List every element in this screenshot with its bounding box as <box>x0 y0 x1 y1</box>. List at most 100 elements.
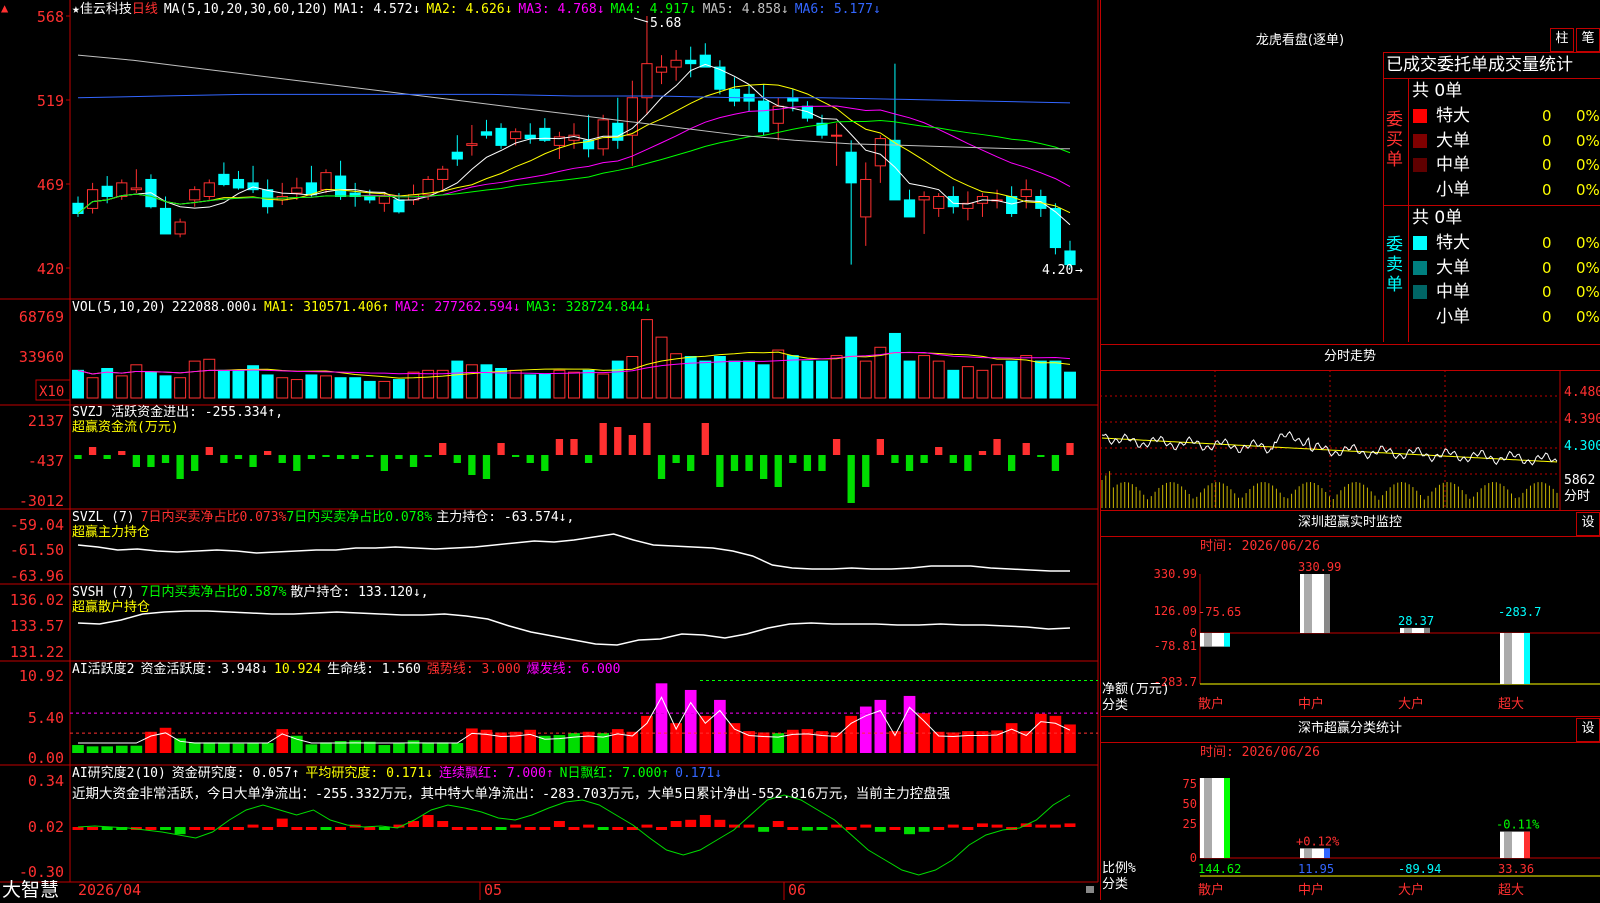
ai-research-bar <box>933 827 945 830</box>
price-tick: 469 <box>37 176 64 194</box>
volume-bar <box>947 369 960 399</box>
longhu-row-name: 特大 <box>1436 106 1470 126</box>
ai-research-bar <box>597 827 609 830</box>
ai-active-bar-top <box>859 706 872 714</box>
ai-research-bar <box>422 815 434 827</box>
volume-bar <box>830 355 843 399</box>
classify-category-label: 散户 <box>1198 882 1224 898</box>
svzj-bar <box>745 455 753 471</box>
classify-title: 深市超赢分类统计 <box>1297 721 1402 736</box>
ai-research-bar <box>437 821 449 827</box>
color-swatch-icon <box>1413 158 1427 172</box>
ai-research-bar <box>787 827 799 830</box>
legend-item: 生命线: 1.560 <box>327 661 421 677</box>
volume-bar <box>699 360 712 399</box>
ai-active-bar <box>174 738 186 753</box>
longhu-row-pct: 0% <box>1576 234 1600 252</box>
ai-research-bar <box>495 827 507 830</box>
buy-total: 共 0单 <box>1412 81 1463 101</box>
ma-legend: ★佳云科技日线 MA(5,10,20,30,60,120) MA1: 4.572↓ M… <box>72 2 881 17</box>
longhu-header: 已成交委托单成交量统计 <box>1386 55 1573 75</box>
ai-research-bar <box>860 824 872 828</box>
ai-active-tick: 5.40 <box>28 709 64 727</box>
longhu-row-count: 0 <box>1542 283 1552 301</box>
longhu-row-name: 大单 <box>1436 257 1470 278</box>
svzj-bar <box>862 455 870 487</box>
svzj-bar <box>132 455 140 467</box>
ai-research-bar <box>889 827 901 830</box>
ai-research-bar <box>962 827 974 830</box>
classify-chart: 时间: 2026/06/26 75 50 25 0 比例% 分类 144.62 散… <box>1102 745 1600 898</box>
candle-body <box>1020 189 1032 197</box>
ai-active-bar <box>932 731 945 753</box>
ai-active-bar <box>422 742 434 753</box>
classify-bar-edge <box>1224 778 1230 858</box>
high-price-label: 5.68 <box>650 16 681 31</box>
ai-active-bar <box>451 743 464 753</box>
ai-active-bar <box>393 743 405 753</box>
svsh-tick: 133.57 <box>10 617 64 635</box>
ai-research-bar <box>335 827 347 830</box>
longhu-row: 中单 0 0% <box>1410 153 1600 177</box>
svzj-bar <box>920 455 928 463</box>
ai-research-bar <box>481 827 492 830</box>
svzj-bar <box>657 455 666 479</box>
volume-bar <box>903 360 916 399</box>
bar-mode-button[interactable]: 柱 <box>1550 28 1574 52</box>
monitor-settings-button[interactable]: 设 <box>1576 512 1600 536</box>
ai-research-legend: AI研究度2(10) 资金研究度: 0.057↑ 平均研究度: 0.171↓ 连续飘红… <box>72 765 722 781</box>
ai-research-bar <box>524 827 536 830</box>
classify-tick: 50 <box>1183 797 1197 811</box>
svzj-bar <box>905 455 914 471</box>
classify-bar-shade <box>1304 848 1312 858</box>
ai-research-tick: 0.34 <box>28 772 64 790</box>
svsh-label-c: 散户持仓: 133.120↓, <box>290 584 428 600</box>
candle-body <box>1049 207 1062 249</box>
classify-settings-button[interactable]: 设 <box>1576 718 1600 742</box>
ai-active-bar <box>159 727 172 753</box>
candle-body <box>860 178 872 218</box>
ai-active-bar <box>72 745 84 753</box>
volume-bar <box>290 379 303 399</box>
candle-body <box>947 195 959 208</box>
svzj-bar <box>351 455 359 459</box>
kline-svg[interactable]: 568 519 469 420 5.68 4.20 → 68769 33960 … <box>0 0 1100 901</box>
svzj-bar <box>818 455 826 471</box>
ai-active-bar <box>568 733 580 753</box>
monitor-bar-edge <box>1524 633 1530 684</box>
color-swatch-icon <box>1413 260 1427 275</box>
svzl-line <box>77 533 1070 572</box>
chevron-up-icon[interactable]: ▲ <box>1 1 9 15</box>
ai-research-bar <box>174 827 186 835</box>
candle-body <box>101 185 113 197</box>
svzj-bar <box>366 455 374 457</box>
lock-icon[interactable] <box>1086 886 1094 893</box>
tick-mode-button[interactable]: 笔 <box>1576 28 1600 52</box>
volume-bar <box>1049 360 1062 399</box>
longhu-row-pct: 0% <box>1576 131 1600 150</box>
longhu-row: 特大 0 0% <box>1410 104 1600 128</box>
ai-active-bar <box>582 731 595 753</box>
monitor-value-label: -75.65 <box>1198 605 1241 619</box>
ai-research-bar <box>845 827 857 830</box>
ai-active-bar <box>261 743 274 753</box>
longhu-row-count: 0 <box>1542 180 1552 199</box>
ai-research-bar <box>801 827 813 831</box>
intraday-title: 分时走势 <box>1323 349 1376 364</box>
ai-research-bar <box>1064 823 1076 827</box>
longhu-row: 大单 0 0% <box>1410 256 1600 280</box>
kline-chart-area[interactable]: 568 519 469 420 5.68 4.20 → 68769 33960 … <box>0 0 1100 901</box>
intraday-chart[interactable]: 4.480 4.390 4.300 5862 分时 <box>1100 370 1600 510</box>
svzj-bar <box>220 455 228 463</box>
longhu-row: 特大 0 0% <box>1410 231 1600 255</box>
candle-body <box>480 131 493 136</box>
ai-active-bars-group <box>70 680 1098 753</box>
svzj-bar <box>336 455 345 459</box>
legend-item: 强势线: 3.000 <box>427 661 521 677</box>
ai-active-tick: 10.92 <box>19 667 64 685</box>
intraday-price-tick: 4.480 <box>1564 385 1600 400</box>
candle-body <box>626 97 638 136</box>
legend-item: N日飘红: 7.000↑ <box>560 765 669 781</box>
svzj-bar <box>993 439 1001 455</box>
classify-category-label: 大户 <box>1398 882 1424 898</box>
